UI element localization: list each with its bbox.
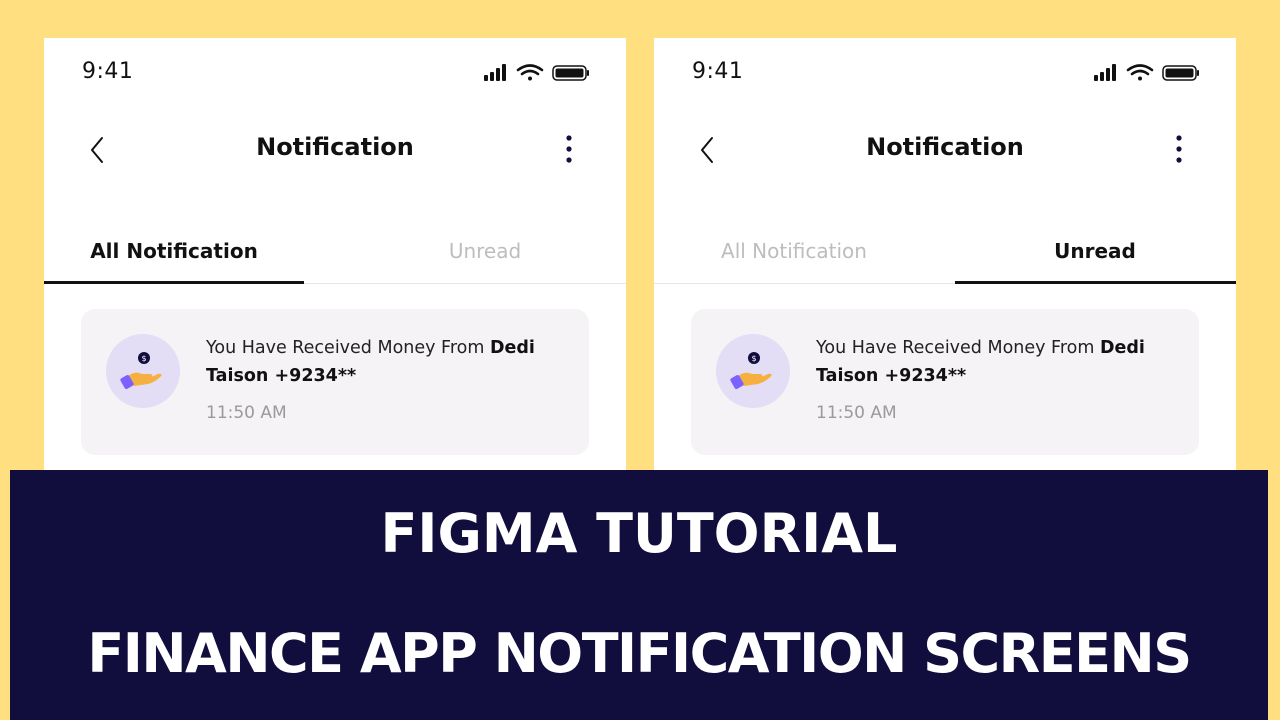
notification-message-text: You Have Received Money From	[206, 338, 490, 358]
wifi-icon	[1126, 64, 1154, 81]
signal-icon	[1094, 64, 1116, 81]
notification-card[interactable]: $ You Have Received Money From Dedi Tais…	[81, 309, 589, 455]
signal-icon	[484, 64, 506, 81]
notification-message-text: You Have Received Money From	[816, 338, 1100, 358]
active-tab-indicator	[955, 281, 1236, 284]
wifi-icon	[516, 64, 544, 81]
hand-coin-icon: $	[730, 352, 772, 389]
more-vertical-icon	[1176, 135, 1182, 163]
battery-icon	[1162, 65, 1199, 81]
notification-avatar: $	[716, 334, 790, 408]
status-icons	[1094, 64, 1200, 82]
tab-unread[interactable]: Unread	[965, 232, 1225, 270]
svg-text:$: $	[751, 354, 756, 363]
notification-message: You Have Received Money From Dedi Taison…	[206, 334, 566, 390]
banner-subtitle: FINANCE APP NOTIFICATION SCREENS	[87, 622, 1192, 685]
tab-all-notification[interactable]: All Notification	[44, 232, 304, 270]
banner-title: FIGMA TUTORIAL	[380, 502, 898, 565]
notification-time: 11:50 AM	[816, 403, 897, 423]
more-vertical-icon	[566, 135, 572, 163]
notification-message: You Have Received Money From Dedi Taison…	[816, 334, 1176, 390]
notification-card[interactable]: $ You Have Received Money From Dedi Tais…	[691, 309, 1199, 455]
more-options-button[interactable]	[554, 132, 584, 168]
notification-avatar: $	[106, 334, 180, 408]
status-time: 9:41	[82, 59, 134, 84]
more-options-button[interactable]	[1164, 132, 1194, 168]
active-tab-indicator	[44, 281, 304, 284]
status-time: 9:41	[692, 59, 744, 84]
page-title: Notification	[256, 133, 414, 161]
title-banner: FIGMA TUTORIAL FINANCE APP NOTIFICATION …	[10, 470, 1268, 720]
tab-all-notification[interactable]: All Notification	[664, 232, 924, 270]
notification-time: 11:50 AM	[206, 403, 287, 423]
battery-icon	[552, 65, 589, 81]
phone-screen-unread: 9:41 Notification All Notification Unrea…	[654, 38, 1236, 470]
status-icons	[484, 64, 590, 82]
hand-coin-icon: $	[120, 352, 162, 389]
tab-unread[interactable]: Unread	[354, 232, 616, 270]
page-title: Notification	[866, 133, 1024, 161]
svg-text:$: $	[141, 354, 146, 363]
phone-screen-all-notification: 9:41 Notification All Notification Unrea…	[44, 38, 626, 470]
